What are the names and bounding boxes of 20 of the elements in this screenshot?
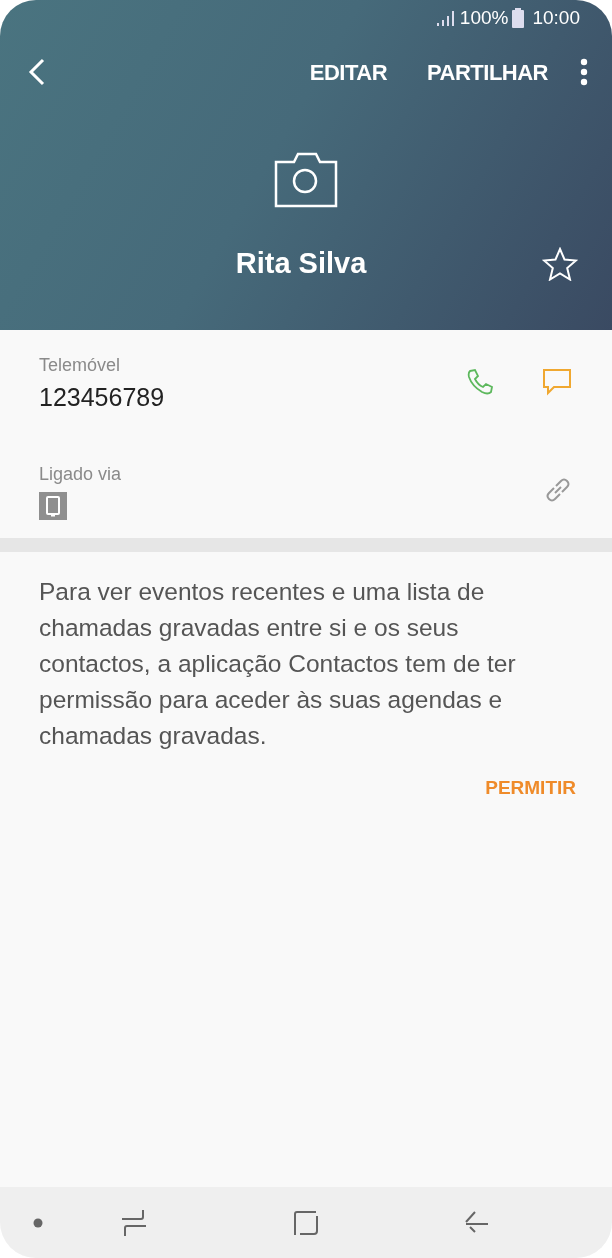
- recent-apps-icon[interactable]: [121, 1208, 147, 1237]
- toolbar-action[interactable]: PARTILHAR: [419, 51, 556, 93]
- dot-icon[interactable]: [33, 1217, 43, 1228]
- more-options-icon[interactable]: [580, 58, 588, 86]
- tablet-icon: [39, 491, 67, 520]
- camera-icon[interactable]: [274, 152, 338, 208]
- back-icon[interactable]: [28, 58, 46, 86]
- field-label: Ligado via: [39, 462, 123, 486]
- battery-icon: [512, 8, 525, 28]
- star-icon[interactable]: [542, 246, 578, 281]
- toolbar-action[interactable]: EDITAR: [301, 51, 396, 93]
- signal-icon: [435, 9, 456, 27]
- battery-percentage: 100%: [459, 5, 509, 30]
- home-icon[interactable]: [293, 1209, 319, 1236]
- contact-name: Rita Silva: [235, 247, 367, 279]
- link-icon[interactable]: [544, 476, 572, 504]
- clock: 10:00: [532, 5, 580, 30]
- phone-number: 123456789: [39, 382, 166, 413]
- field-label: Telemóvel: [39, 354, 122, 377]
- permission-message: Para ver eventos recentes e uma lista de chamadas gravadas entre si e os seus contactos, a aplicação Contactos tem de ter permissão para aceder às suas agendas e chamadas gravadas.: [39, 576, 517, 751]
